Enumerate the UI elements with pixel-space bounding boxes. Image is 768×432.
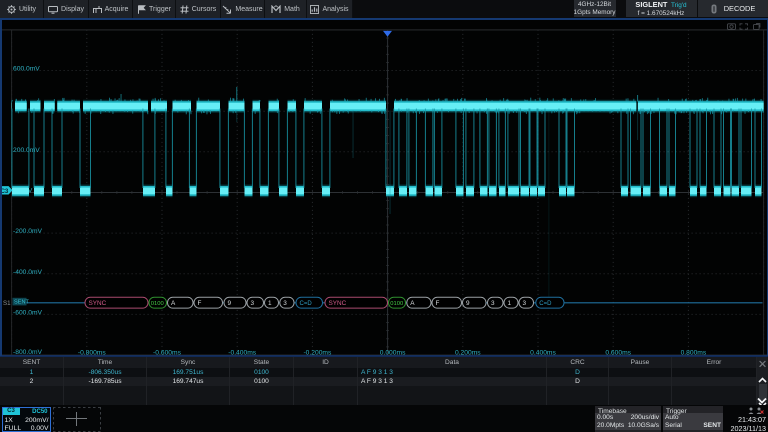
svg-text:9: 9 — [466, 300, 470, 307]
svg-text:SENT: SENT — [14, 300, 30, 306]
svg-text:-0.800ms: -0.800ms — [78, 349, 107, 356]
svg-text:-800.0mV: -800.0mV — [13, 349, 43, 356]
svg-text:1: 1 — [508, 300, 512, 307]
svg-text:A: A — [171, 300, 176, 307]
svg-text:3: 3 — [491, 300, 495, 307]
svg-text:0100: 0100 — [151, 301, 164, 307]
svg-text:SYNC: SYNC — [329, 300, 347, 307]
svg-text:600.0mV: 600.0mV — [13, 66, 40, 73]
svg-text:9: 9 — [228, 300, 232, 307]
svg-text:-200.0mV: -200.0mV — [13, 228, 43, 235]
svg-text:0.800ms: 0.800ms — [681, 349, 707, 356]
svg-text:SYNC: SYNC — [89, 300, 107, 307]
svg-text:-400.0mV: -400.0mV — [13, 269, 43, 276]
svg-text:3: 3 — [283, 300, 287, 307]
svg-text:C=D: C=D — [539, 301, 552, 307]
svg-text:0.200ms: 0.200ms — [455, 349, 481, 356]
svg-text:0100: 0100 — [390, 301, 403, 307]
svg-text:-0.200ms: -0.200ms — [303, 349, 332, 356]
svg-text:F: F — [436, 300, 440, 307]
svg-text:200.0mV: 200.0mV — [13, 147, 40, 154]
svg-text:A: A — [410, 300, 415, 307]
svg-text:C=D: C=D — [300, 301, 313, 307]
svg-text:0.400ms: 0.400ms — [530, 349, 556, 356]
svg-text:0.000ms: 0.000ms — [380, 349, 406, 356]
svg-text:S1: S1 — [3, 300, 11, 307]
svg-text:0.600ms: 0.600ms — [605, 349, 631, 356]
svg-text:-0.400ms: -0.400ms — [228, 349, 257, 356]
svg-text:1: 1 — [268, 300, 272, 307]
svg-text:3: 3 — [523, 300, 527, 307]
svg-text:F: F — [198, 300, 202, 307]
svg-text:-0.600ms: -0.600ms — [153, 349, 182, 356]
svg-text:-600.0mV: -600.0mV — [13, 309, 43, 316]
svg-text:3: 3 — [251, 300, 255, 307]
svg-text:C3: C3 — [0, 188, 8, 195]
